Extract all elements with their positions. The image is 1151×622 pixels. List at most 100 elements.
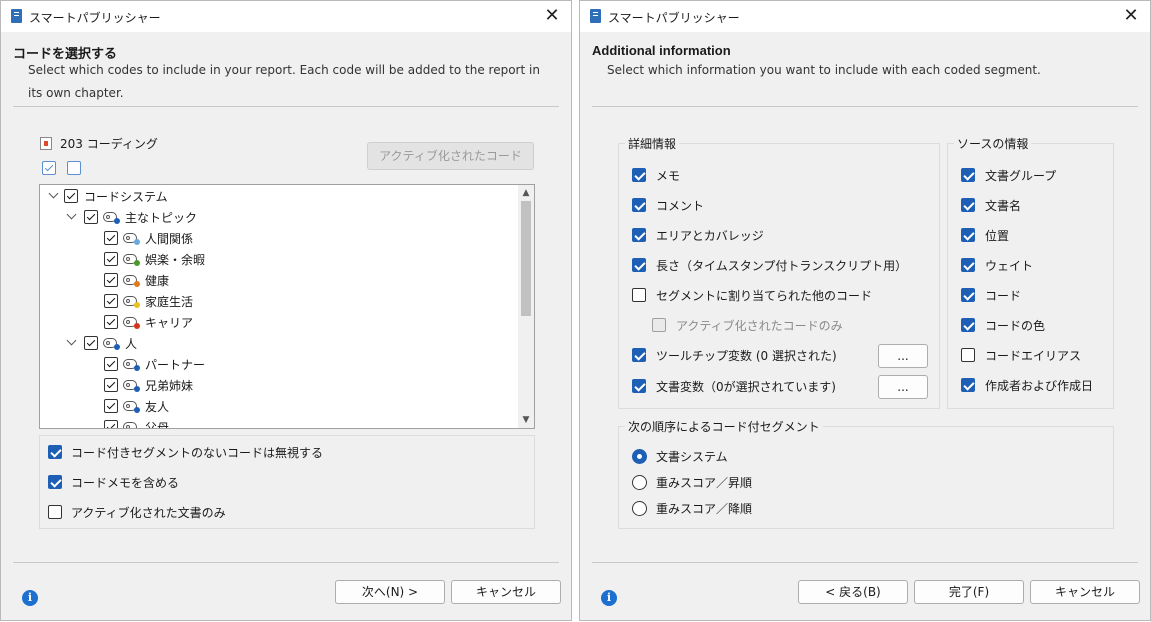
code-color-dot: [114, 344, 120, 350]
tree-row-group[interactable]: 人: [40, 332, 518, 353]
area-coverage-checkbox[interactable]: [632, 228, 646, 242]
tree-row[interactable]: 兄弟姉妹: [40, 374, 518, 395]
tree-label: キャリア: [145, 316, 194, 330]
other-codes-checkbox[interactable]: [632, 288, 646, 302]
order-weight-asc-radio[interactable]: [632, 475, 647, 490]
include-memos-label: コードメモを含める: [71, 476, 180, 490]
code-color-dot: [134, 260, 140, 266]
comment-checkbox[interactable]: [632, 198, 646, 212]
tree-checkbox[interactable]: [104, 252, 118, 266]
tooltip-variables-button[interactable]: ...: [878, 344, 928, 368]
document-name-label: 文書名: [985, 199, 1022, 213]
chevron-down-icon[interactable]: [66, 335, 77, 346]
close-icon[interactable]: ✕: [541, 4, 563, 28]
tree-label: 人間関係: [145, 232, 194, 246]
right-dialog-window: スマートパブリッシャー ✕ Additional information Sel…: [579, 0, 1151, 621]
tree-label: 兄弟姉妹: [145, 379, 194, 393]
finish-button[interactable]: 完了(F): [914, 580, 1024, 604]
author-date-checkbox[interactable]: [961, 378, 975, 392]
tree-row[interactable]: 父母: [40, 416, 518, 429]
title-bar: スマートパブリッシャー ✕: [580, 1, 1150, 32]
order-document-system-radio[interactable]: [632, 449, 647, 464]
tree-checkbox[interactable]: [104, 420, 118, 428]
order-group-title: 次の順序によるコード付セグメント: [625, 418, 823, 435]
code-tree: コードシステム 主なトピック 人間関係 娯楽・余暇 健康 家庭生活 キャリア 人…: [39, 184, 535, 429]
code-color-dot: [134, 428, 140, 429]
tree-checkbox[interactable]: [104, 273, 118, 287]
tree-checkbox[interactable]: [84, 210, 98, 224]
info-icon[interactable]: i: [22, 590, 38, 606]
footer-divider: [592, 562, 1138, 563]
tree-checkbox[interactable]: [104, 231, 118, 245]
scroll-down-icon[interactable]: ▼: [518, 412, 534, 428]
document-variables-checkbox[interactable]: [632, 379, 646, 393]
tree-checkbox[interactable]: [104, 399, 118, 413]
tree-row[interactable]: 家庭生活: [40, 290, 518, 311]
close-icon[interactable]: ✕: [1120, 4, 1142, 28]
scroll-up-icon[interactable]: ▲: [518, 185, 534, 201]
ignore-empty-codes-checkbox[interactable]: [48, 445, 62, 459]
tree-checkbox[interactable]: [104, 315, 118, 329]
activated-docs-only-label: アクティブ化された文書のみ: [71, 506, 226, 520]
activated-codes-only-checkbox[interactable]: [652, 318, 666, 332]
comment-label: コメント: [656, 199, 705, 213]
document-variables-button[interactable]: ...: [878, 375, 928, 399]
activated-codes-button[interactable]: アクティブ化されたコード: [367, 142, 534, 170]
tree-label: 健康: [145, 274, 170, 288]
chevron-down-icon[interactable]: [48, 188, 59, 199]
scroll-thumb[interactable]: [521, 201, 531, 316]
weight-label: ウェイト: [985, 259, 1034, 273]
code-color-dot: [134, 407, 140, 413]
author-date-label: 作成者および作成日: [985, 379, 1094, 393]
tree-row[interactable]: 友人: [40, 395, 518, 416]
memo-checkbox[interactable]: [632, 168, 646, 182]
include-memos-checkbox[interactable]: [48, 475, 62, 489]
tree-row[interactable]: 健康: [40, 269, 518, 290]
cancel-button[interactable]: キャンセル: [451, 580, 561, 604]
code-color-checkbox[interactable]: [961, 318, 975, 332]
tree-checkbox[interactable]: [104, 294, 118, 308]
next-button[interactable]: 次へ(N) >: [335, 580, 445, 604]
position-checkbox[interactable]: [961, 228, 975, 242]
document-name-checkbox[interactable]: [961, 198, 975, 212]
tooltip-variables-checkbox[interactable]: [632, 348, 646, 362]
chevron-down-icon[interactable]: [66, 209, 77, 220]
page-description: Select which information you want to inc…: [607, 63, 1041, 77]
tree-row[interactable]: キャリア: [40, 311, 518, 332]
ignore-empty-codes-label: コード付きセグメントのないコードは無視する: [71, 446, 324, 460]
tree-row[interactable]: 人間関係: [40, 227, 518, 248]
tree-row-root[interactable]: コードシステム: [40, 185, 518, 206]
length-checkbox[interactable]: [632, 258, 646, 272]
cancel-button[interactable]: キャンセル: [1030, 580, 1140, 604]
tree-row[interactable]: 娯楽・余暇: [40, 248, 518, 269]
tree-label: 友人: [145, 400, 170, 414]
check-all-checkbox[interactable]: [42, 161, 56, 175]
length-label: 長さ（タイムスタンプ付トランスクリプト用）: [656, 259, 908, 273]
page-title: Additional information: [592, 43, 731, 58]
weight-checkbox[interactable]: [961, 258, 975, 272]
code-checkbox[interactable]: [961, 288, 975, 302]
uncheck-all-checkbox[interactable]: [67, 161, 81, 175]
tree-label: 娯楽・余暇: [145, 253, 206, 267]
back-button[interactable]: < 戻る(B): [798, 580, 908, 604]
order-weight-desc-radio[interactable]: [632, 501, 647, 516]
details-group-title: 詳細情報: [625, 135, 680, 152]
tree-checkbox[interactable]: [104, 357, 118, 371]
tree-row-group[interactable]: 主なトピック: [40, 206, 518, 227]
order-document-system-label: 文書システム: [656, 450, 728, 464]
document-group-checkbox[interactable]: [961, 168, 975, 182]
tooltip-variables-label: ツールチップ変数 (0 選択された): [656, 349, 837, 363]
area-coverage-label: エリアとカバレッジ: [656, 229, 764, 243]
tree-row[interactable]: パートナー: [40, 353, 518, 374]
code-alias-checkbox[interactable]: [961, 348, 975, 362]
activated-docs-only-checkbox[interactable]: [48, 505, 62, 519]
source-group-title: ソースの情報: [954, 135, 1032, 152]
tree-checkbox[interactable]: [104, 378, 118, 392]
tree-checkbox[interactable]: [64, 189, 78, 203]
code-label: コード: [985, 289, 1022, 303]
tree-checkbox[interactable]: [84, 336, 98, 350]
code-color-dot: [134, 323, 140, 329]
info-icon[interactable]: i: [601, 590, 617, 606]
header-divider: [13, 106, 559, 107]
tree-scrollbar[interactable]: ▲ ▼: [518, 185, 534, 428]
